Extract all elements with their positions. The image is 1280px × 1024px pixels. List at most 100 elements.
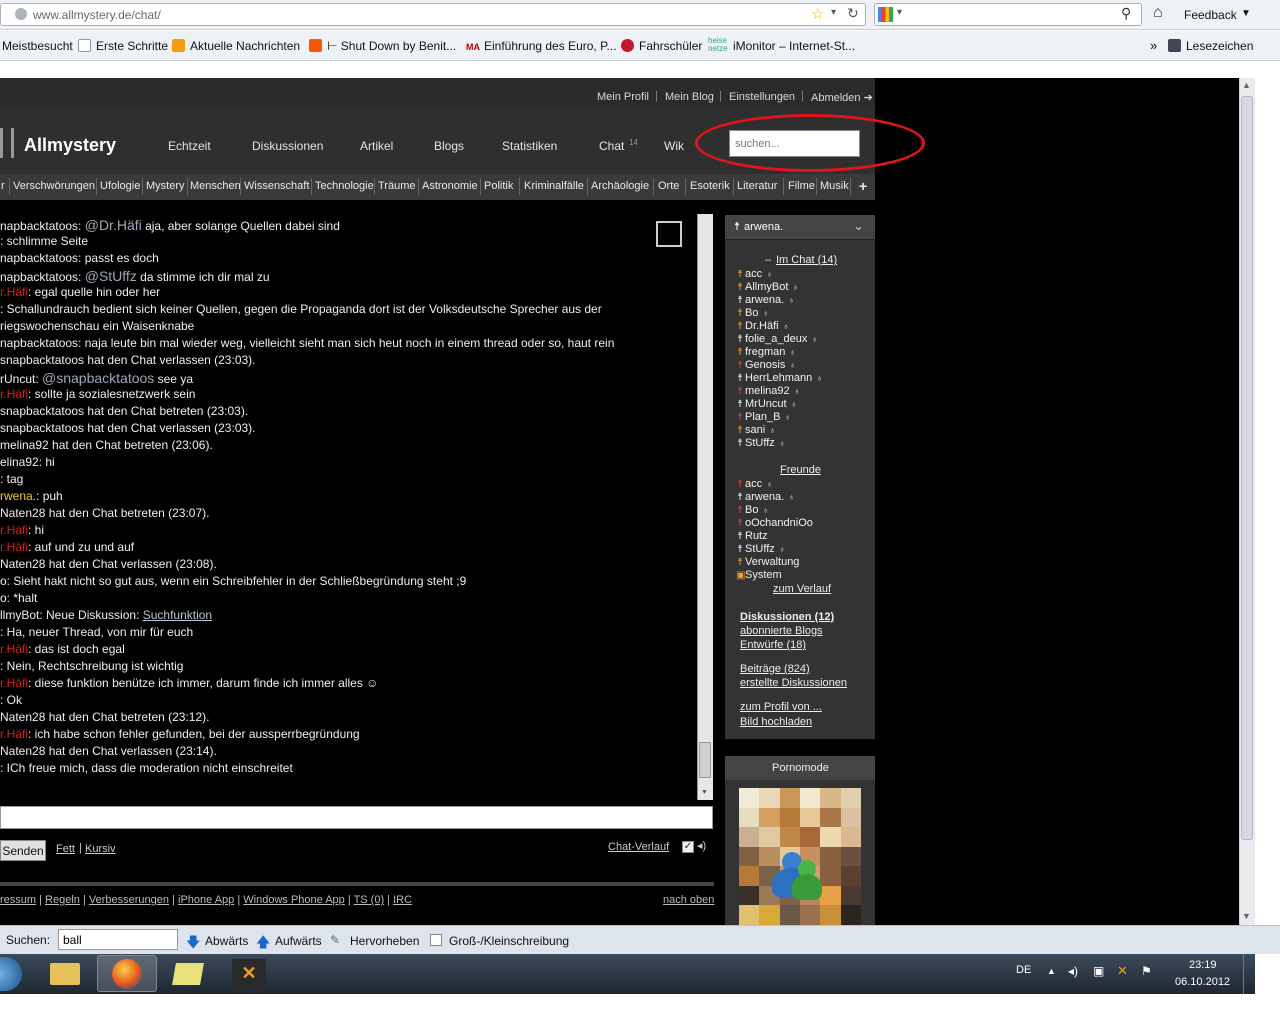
category-filme[interactable]: Filme — [788, 180, 815, 192]
sidebar-user-item[interactable]: ☨ arwena. ♁ — [736, 491, 795, 503]
sidebar-user-item[interactable]: ☨ StUffz ♁ — [736, 543, 785, 555]
pornomode-header[interactable]: Pornomode — [725, 756, 875, 780]
einstellungen-link[interactable]: Einstellungen — [729, 91, 795, 103]
nav-statistiken[interactable]: Statistiken — [502, 139, 557, 153]
category-technologie[interactable]: Technologie — [315, 180, 374, 192]
sidebar-user-item[interactable]: ☨ acc ♁ — [736, 268, 773, 280]
chat-message-input[interactable] — [0, 806, 713, 829]
category-kriminalfaelle[interactable]: Kriminalfälle — [524, 180, 584, 192]
nav-artikel[interactable]: Artikel — [360, 139, 393, 153]
category-archaeologie[interactable]: Archäologie — [591, 180, 649, 192]
feedback-button[interactable]: Feedback — [1184, 8, 1237, 22]
category-wissenschaft[interactable]: Wissenschaft — [244, 180, 309, 192]
footer-link[interactable]: TS (0) — [354, 894, 385, 906]
bookmark-aktuelle-nachrichten[interactable]: Aktuelle Nachrichten — [172, 39, 300, 53]
abmelden-link[interactable]: Abmelden ➔ — [811, 91, 873, 104]
sidebar-user-item[interactable]: ☨ folie_a_deux ♁ — [736, 333, 818, 345]
sound-checkbox[interactable]: ✓ — [682, 841, 694, 853]
language-indicator[interactable]: DE — [1016, 964, 1031, 976]
footer-link[interactable]: IRC — [393, 894, 412, 906]
taskbar-chat[interactable]: ✕ — [220, 955, 280, 992]
category-politik[interactable]: Politik — [484, 180, 513, 192]
sidebar-user-item[interactable]: ☨ acc ♁ — [736, 478, 773, 490]
bold-link[interactable]: Fett — [56, 843, 75, 855]
sidebar-user-item[interactable]: ☨ AllmyBot ♁ — [736, 281, 799, 293]
sidebar-user-item[interactable]: ☨ melina92 ♁ — [736, 385, 800, 397]
nav-echtzeit[interactable]: Echtzeit — [168, 139, 211, 153]
chat-scroll-down-arrow[interactable]: ▼ — [701, 789, 708, 796]
sidebar-user-header[interactable]: ☨ arwena. ⌄ — [725, 215, 875, 240]
chat-scrollbar-thumb[interactable] — [699, 742, 711, 778]
bookmark-euro[interactable]: MA Einführung des Euro, P... — [466, 39, 617, 53]
bookmark-shut-down[interactable]: ⊢ Shut Down by Benit... — [309, 39, 456, 53]
category-traeume[interactable]: Träume — [378, 180, 416, 192]
category-mystery[interactable]: Mystery — [146, 180, 185, 192]
category-menschen[interactable]: Menschen — [190, 180, 241, 192]
volume-icon[interactable]: ◂) — [1068, 964, 1078, 978]
bookmark-erste-schritte[interactable]: Erste Schritte — [78, 39, 168, 53]
find-input[interactable] — [59, 930, 177, 949]
taskbar-firefox[interactable] — [97, 955, 157, 992]
chat-history-link[interactable]: Chat-Verlauf — [608, 841, 669, 853]
bookmark-fahrschueler[interactable]: Fahrschüler — [621, 39, 702, 53]
category-musik[interactable]: Musik — [820, 180, 849, 192]
home-icon[interactable]: ⌂ — [1153, 4, 1163, 22]
search-engine-bar[interactable]: ▾ ⚲ — [874, 3, 1142, 26]
bookmark-star-icon[interactable]: ☆ — [811, 5, 824, 23]
bookmarks-more-chevron[interactable]: » — [1150, 38, 1157, 53]
bild-hochladen-link[interactable]: Bild hochladen — [740, 716, 812, 728]
search-magnifier-icon[interactable]: ⚲ — [1121, 5, 1131, 22]
mein-blog-link[interactable]: Mein Blog — [665, 91, 714, 103]
italic-link[interactable]: Kursiv — [85, 843, 116, 855]
taskbar-explorer[interactable] — [34, 955, 94, 992]
abonnierte-blogs-link[interactable]: abonnierte Blogs — [740, 625, 823, 637]
find-previous-button[interactable]: Aufwärts — [275, 934, 322, 948]
sidebar-user-item[interactable]: ☨ Dr.Häfi ♁ — [736, 320, 789, 332]
zum-verlauf-link[interactable]: zum Verlauf — [773, 583, 831, 595]
fullscreen-icon[interactable] — [656, 221, 682, 247]
bookmark-meistbesucht[interactable]: Meistbesucht — [2, 39, 73, 53]
beitraege-link[interactable]: Beiträge (824) — [740, 663, 810, 675]
scroll-down-arrow[interactable]: ▼ — [1242, 911, 1251, 921]
category-literatur[interactable]: Literatur — [737, 180, 777, 192]
find-field[interactable] — [58, 929, 178, 950]
nach-oben-link[interactable]: nach oben — [663, 894, 714, 906]
footer-link[interactable]: Windows Phone App — [243, 894, 345, 906]
sidebar-user-item[interactable]: ☨ oOchandniOo — [736, 517, 813, 529]
sidebar-user-item[interactable]: ☨ Verwaltung — [736, 556, 799, 568]
category-esoterik[interactable]: Esoterik — [690, 180, 730, 192]
page-scrollbar-thumb[interactable] — [1241, 96, 1253, 840]
taskbar-notes[interactable] — [158, 955, 218, 992]
sidebar-user-item[interactable]: ☨ Genosis ♁ — [736, 359, 796, 371]
nav-wiki[interactable]: Wik — [664, 139, 684, 153]
action-center-icon[interactable]: ⚑ — [1141, 964, 1152, 978]
url-bar[interactable]: www.allmystery.de/chat/ ☆ ▾ ↻ — [0, 3, 866, 26]
thread-link[interactable]: Suchfunktion — [143, 608, 212, 622]
category-verschwoerungen[interactable]: Verschwörungen — [13, 180, 95, 192]
scroll-up-arrow[interactable]: ▲ — [1242, 80, 1251, 90]
bookmark-lesezeichen[interactable]: Lesezeichen — [1168, 39, 1253, 53]
find-next-button[interactable]: Abwärts — [205, 934, 248, 948]
sidebar-user-item[interactable]: ☨ arwena. ♁ — [736, 294, 795, 306]
speaker-icon[interactable]: ◂) — [697, 839, 706, 852]
freunde-link[interactable]: Freunde — [780, 464, 821, 476]
category-item[interactable]: r — [1, 180, 5, 192]
nav-blogs[interactable]: Blogs — [434, 139, 464, 153]
chat-scrollbar[interactable] — [697, 214, 713, 800]
erstellte-diskussionen-link[interactable]: erstellte Diskussionen — [740, 677, 847, 689]
entwuerfe-link[interactable]: Entwürfe (18) — [740, 639, 806, 651]
category-more-button[interactable]: + — [859, 178, 867, 194]
sidebar-user-item[interactable]: ☨ HerrLehmann ♁ — [736, 372, 823, 384]
category-astronomie[interactable]: Astronomie — [422, 180, 478, 192]
sidebar-user-item[interactable]: ☨ StUffz ♁ — [736, 437, 785, 449]
sidebar-user-item[interactable]: ▣System — [736, 569, 782, 581]
google-icon[interactable] — [878, 7, 893, 22]
sidebar-user-item[interactable]: ☨ MrUncut ♁ — [736, 398, 797, 410]
diskussionen-link[interactable]: Diskussionen (12) — [740, 611, 834, 623]
nav-diskussionen[interactable]: Diskussionen — [252, 139, 323, 153]
sidebar-user-item[interactable]: ☨ sani ♁ — [736, 424, 776, 436]
sidebar-user-item[interactable]: ☨ fregman ♁ — [736, 346, 796, 358]
feedback-dropdown-icon[interactable]: ▼ — [1241, 8, 1251, 19]
send-button[interactable]: Senden — [0, 840, 46, 861]
mein-profil-link[interactable]: Mein Profil — [597, 91, 649, 103]
